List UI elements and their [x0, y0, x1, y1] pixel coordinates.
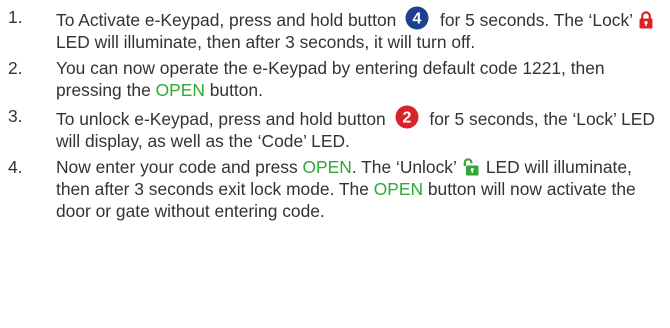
- step-text: Now enter your code and press: [56, 157, 298, 177]
- step-text: To Activate e-Keypad, press and hold but…: [56, 10, 397, 30]
- badge-label: 4: [413, 11, 422, 28]
- instruction-step-2: 2. You can now operate the e-Keypad by e…: [0, 57, 660, 101]
- instruction-step-1: 1. To Activate e-Keypad, press and hold …: [0, 6, 660, 53]
- instruction-step-4: 4. Now enter your code and press OPEN. T…: [0, 156, 660, 222]
- step-number: 1.: [8, 7, 23, 27]
- step-number: 2.: [8, 58, 23, 78]
- number-2-circle-icon: 2: [395, 105, 419, 129]
- instruction-document: 1. To Activate e-Keypad, press and hold …: [0, 0, 670, 328]
- open-button-label: OPEN: [155, 80, 205, 100]
- step-text: To unlock e-Keypad, press and hold butto…: [56, 109, 386, 129]
- step-text: . The ‘Unlock’: [351, 157, 457, 177]
- step-number: 3.: [8, 106, 23, 126]
- number-4-circle-icon: 4: [405, 6, 429, 30]
- step-text: button.: [209, 80, 263, 100]
- badge-label: 2: [402, 110, 411, 127]
- open-button-label: OPEN: [302, 157, 352, 177]
- step-text: You can now operate the e-Keypad by ente…: [56, 58, 605, 100]
- padlock-open-icon: [463, 158, 479, 176]
- step-text: LED will illuminate, then after 3 second…: [56, 32, 476, 52]
- step-number: 4.: [8, 157, 23, 177]
- open-button-label: OPEN: [373, 179, 424, 199]
- instruction-step-3: 3. To unlock e-Keypad, press and hold bu…: [0, 105, 660, 152]
- padlock-closed-icon: [639, 11, 653, 29]
- step-text: for 5 seconds. The ‘Lock’: [440, 10, 633, 30]
